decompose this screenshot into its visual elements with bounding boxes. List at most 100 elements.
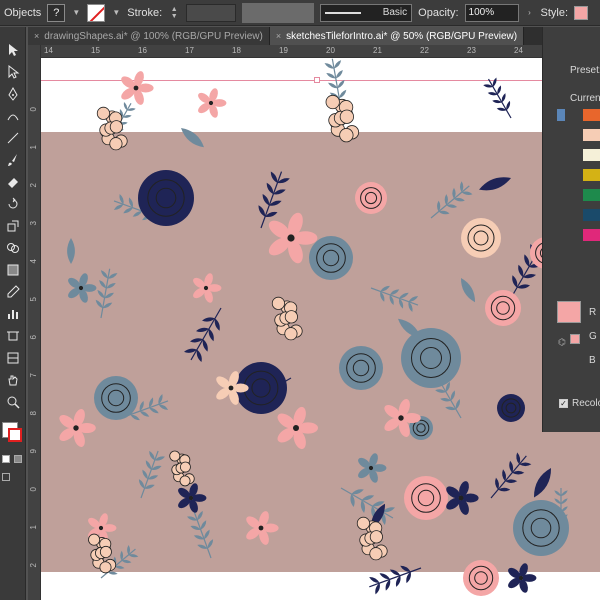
chevron-right-icon[interactable]: › (525, 4, 535, 22)
tools-panel (0, 27, 26, 600)
hydrangea-floret (99, 545, 112, 558)
leaf (400, 565, 411, 572)
recolor-checkbox[interactable]: ✓ (559, 399, 568, 408)
petal-flower (446, 481, 479, 515)
opacity-input[interactable]: 100% (464, 3, 519, 22)
rotate-tool-icon[interactable] (4, 195, 22, 213)
leaf (512, 275, 518, 288)
pen-tool-icon[interactable] (4, 85, 22, 103)
rose-flower (404, 476, 448, 520)
chevron-down-icon[interactable]: ▼ (111, 4, 121, 22)
leaf (369, 576, 380, 584)
style-swatch[interactable] (574, 5, 589, 20)
current-color-swatch[interactable] (557, 109, 565, 121)
leaf (492, 77, 497, 87)
stroke-weight-stepper[interactable]: ▲ ▼ (168, 4, 180, 22)
direct-selection-tool-icon[interactable] (4, 63, 22, 81)
tab-drawing-shapes[interactable]: × drawingShapes.ai* @ 100% (RGB/GPU Prev… (28, 27, 270, 45)
zoom-tool-icon[interactable] (4, 393, 22, 411)
hydrangea-floret (325, 94, 340, 110)
ruler-tick: 2 (29, 563, 38, 568)
leaf (132, 211, 143, 217)
leaf (461, 191, 473, 196)
artboard-canvas[interactable] (41, 58, 600, 600)
paintbrush-tool-icon[interactable] (4, 151, 22, 169)
stem (430, 185, 470, 219)
hydrangea-floret (109, 137, 123, 151)
leaf (389, 569, 401, 576)
selection-tool-icon[interactable] (4, 41, 22, 59)
hydrangea-floret (339, 109, 354, 124)
document-tab-bar: × drawingShapes.ai* @ 100% (RGB/GPU Prev… (28, 27, 542, 45)
leaf (123, 102, 128, 111)
slice-tool-icon[interactable] (4, 349, 22, 367)
curvature-tool-icon[interactable] (4, 107, 22, 125)
graph-tool-icon[interactable] (4, 305, 22, 323)
selected-color-swatch[interactable] (557, 301, 581, 323)
brush-definition-value: Basic (382, 7, 408, 18)
eyedropper-tool-icon[interactable] (4, 283, 22, 301)
artboard-tool-icon[interactable] (4, 327, 22, 345)
leaf (139, 411, 150, 417)
variable-width-profile[interactable] (242, 2, 315, 23)
color-swatch[interactable] (583, 169, 600, 181)
leaf (196, 349, 202, 362)
color-swatch[interactable] (583, 189, 600, 201)
leaf (204, 529, 210, 540)
brush-line-icon (325, 11, 362, 14)
leaf (114, 565, 125, 569)
line-tool-icon[interactable] (4, 129, 22, 147)
screen-mode-icon[interactable] (2, 473, 10, 481)
ruler-tick: 0 (29, 107, 38, 112)
ruler-tick: 8 (29, 411, 38, 416)
leaf (181, 128, 204, 148)
help-button[interactable]: ? (47, 3, 66, 22)
color-swatch[interactable] (583, 149, 600, 161)
tab-sketches-tile[interactable]: × sketchesTileforIntro.ai* @ 50% (RGB/GP… (269, 27, 525, 45)
rose-flower (461, 218, 501, 258)
leaf (334, 60, 342, 69)
tab-label: sketchesTileforIntro.ai* @ 50% (RGB/GPU … (286, 30, 518, 42)
shape-builder-tool-icon[interactable] (4, 239, 22, 257)
leaf (501, 93, 506, 103)
leaf (200, 520, 207, 530)
stroke-none-swatch[interactable] (87, 3, 106, 22)
stroke-color-swatch[interactable] (8, 428, 22, 442)
hand-tool-icon[interactable] (4, 371, 22, 389)
ruler-tick: 6 (29, 335, 38, 340)
ruler-tick: 19 (279, 46, 288, 55)
leaf (197, 510, 203, 521)
stroke-weight-input[interactable] (186, 3, 237, 22)
leaf (214, 318, 220, 331)
ruler-tick: 23 (467, 46, 476, 55)
ruler-tick: 2 (29, 183, 38, 188)
ruler-tick: 15 (91, 46, 100, 55)
color-mode-icon[interactable] (2, 455, 10, 463)
color-swatch[interactable] (583, 209, 600, 221)
ruler-tick: 24 (514, 46, 523, 55)
link-icon[interactable]: ⌬ (558, 337, 566, 348)
leaf (516, 452, 521, 465)
eraser-tool-icon[interactable] (4, 173, 22, 191)
rose-flower (355, 182, 387, 214)
leaf (479, 177, 511, 191)
stem (490, 455, 527, 499)
brush-definition-select[interactable]: Basic (320, 3, 413, 22)
hydrangea-floret (369, 530, 383, 544)
scale-tool-icon[interactable] (4, 217, 22, 235)
gradient-tool-icon[interactable] (4, 261, 22, 279)
leaf (524, 254, 530, 267)
ruler-tick: 3 (29, 221, 38, 226)
ruler-tick: 16 (138, 46, 147, 55)
chevron-down-icon[interactable]: ▼ (71, 4, 81, 22)
leaf (460, 278, 476, 303)
close-icon[interactable]: × (276, 31, 281, 41)
petal-flower (178, 483, 207, 513)
leaf (337, 79, 345, 89)
color-swatch[interactable] (583, 109, 600, 121)
base-color-swatch[interactable] (570, 334, 580, 344)
color-swatch[interactable] (583, 129, 600, 141)
close-icon[interactable]: × (34, 31, 39, 41)
color-swatch[interactable] (583, 229, 600, 241)
gradient-mode-icon[interactable] (14, 455, 22, 463)
